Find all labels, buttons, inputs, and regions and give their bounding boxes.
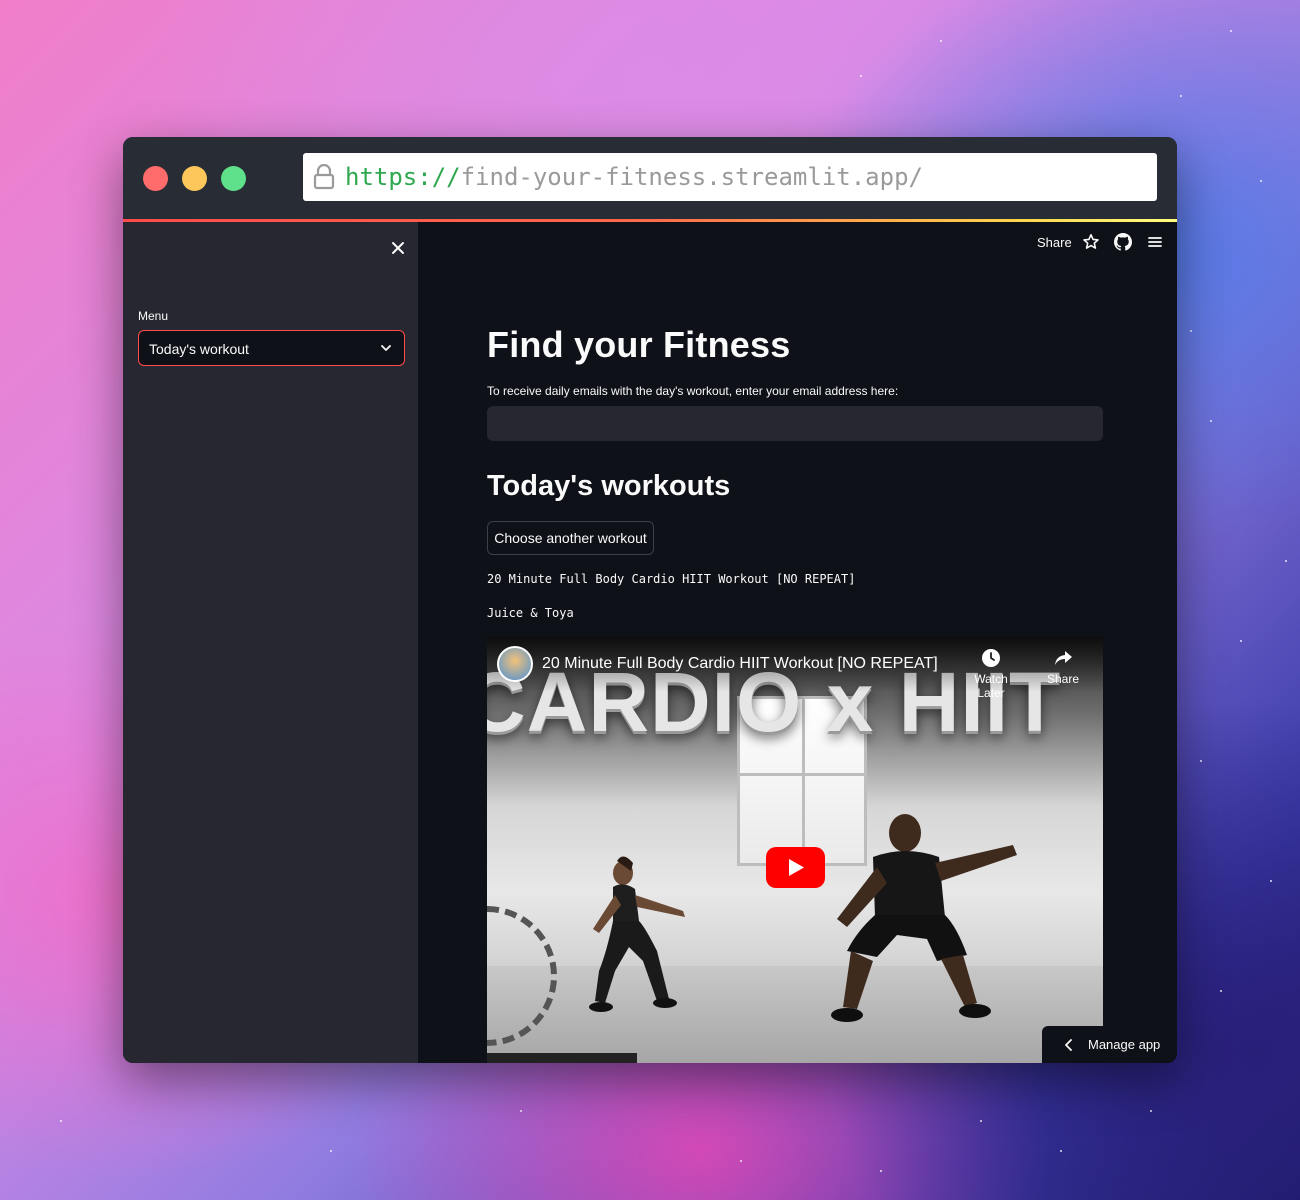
url-text: https://find-your-fitness.streamlit.app/ [345, 163, 923, 191]
menu-select-value: Today's workout [149, 341, 249, 357]
minimize-window-button[interactable] [182, 166, 207, 191]
chevron-down-icon [381, 345, 391, 351]
workout-author: Juice & Toya [487, 606, 574, 620]
maximize-window-button[interactable] [221, 166, 246, 191]
page-title: Find your Fitness [487, 324, 791, 365]
menu-select[interactable]: Today's workout [138, 330, 405, 366]
video-title[interactable]: 20 Minute Full Body Cardio HIIT Workout … [542, 655, 938, 673]
play-icon[interactable] [766, 847, 825, 888]
video-person-woman [589, 856, 685, 1012]
browser-window: https://find-your-fitness.streamlit.app/… [123, 137, 1177, 1063]
close-window-button[interactable] [143, 166, 168, 191]
share-button[interactable]: Share [1037, 235, 1072, 250]
address-bar[interactable]: https://find-your-fitness.streamlit.app/ [303, 153, 1157, 201]
manage-app-button[interactable]: Manage app [1042, 1026, 1177, 1063]
clock-icon [982, 649, 1000, 667]
watch-later-button[interactable]: Watch Later [961, 648, 1021, 700]
url-scheme: https:// [345, 163, 461, 191]
workouts-heading: Today's workouts [487, 470, 731, 502]
video-share-label: Share [1046, 672, 1080, 686]
youtube-video-embed[interactable]: CARDIO x HIIT 20 Minute Full Body Cardio… [487, 636, 1103, 1063]
video-share-button[interactable]: Share [1033, 648, 1093, 686]
github-icon[interactable] [1114, 233, 1132, 251]
close-icon[interactable] [388, 238, 408, 258]
workout-title: 20 Minute Full Body Cardio HIIT Workout … [487, 572, 856, 586]
watch-later-label: Watch Later [974, 672, 1008, 700]
channel-avatar[interactable] [497, 646, 533, 682]
share-arrow-icon [1055, 651, 1072, 665]
url-path: find-your-fitness.streamlit.app/ [460, 163, 923, 191]
manage-app-label: Manage app [1088, 1037, 1161, 1052]
browser-titlebar: https://find-your-fitness.streamlit.app/ [123, 137, 1177, 219]
video-person-man [831, 814, 1017, 1022]
main-content: Share Find your Fitness To receive daily… [418, 222, 1177, 1063]
email-field-label: To receive daily emails with the day's w… [487, 384, 899, 398]
lock-icon [313, 164, 335, 190]
video-corner-overlay [487, 1053, 637, 1063]
sidebar: Menu Today's workout [123, 222, 418, 1063]
chevron-left-icon [1065, 1039, 1072, 1051]
choose-another-workout-button[interactable]: Choose another workout [487, 521, 654, 555]
menu-label: Menu [138, 309, 169, 323]
hamburger-menu-icon[interactable] [1146, 233, 1164, 251]
star-icon[interactable] [1082, 233, 1100, 251]
email-field[interactable] [487, 406, 1103, 441]
